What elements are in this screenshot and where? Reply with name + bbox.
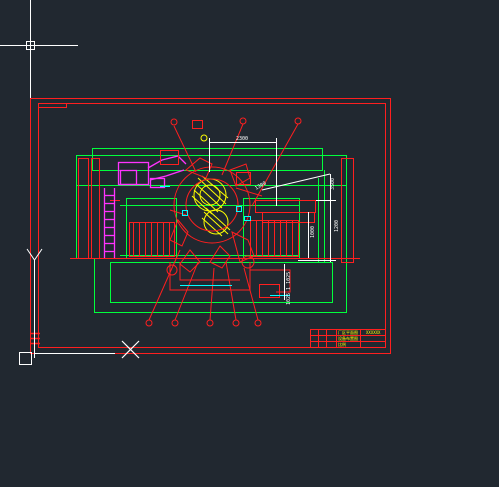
ucs-origin-box bbox=[19, 352, 32, 365]
title-block-text: 厂区平面图 设备布置图 比例 XXXXXX bbox=[338, 329, 381, 347]
dimension-right-1: 3500 bbox=[330, 178, 336, 190]
dimension-right-3: 1000 bbox=[310, 226, 316, 238]
dimension-right-2: 1200 bbox=[334, 220, 340, 232]
title-code: XXXXXX bbox=[366, 330, 381, 335]
title-line-1: 厂区平面图 bbox=[338, 329, 358, 335]
cad-model-space[interactable]: 2300 3500 1200 1000 1300 1025 1 1025 厂区平… bbox=[0, 0, 499, 487]
title-line-3: 比例 bbox=[338, 341, 346, 347]
x-marker-icon bbox=[121, 340, 140, 359]
crosshair-cursor bbox=[0, 0, 78, 98]
dimension-lower: 1025 1 1025 bbox=[286, 272, 292, 305]
title-line-2: 设备布置图 bbox=[338, 335, 358, 341]
dimension-top: 2300 bbox=[236, 136, 248, 142]
